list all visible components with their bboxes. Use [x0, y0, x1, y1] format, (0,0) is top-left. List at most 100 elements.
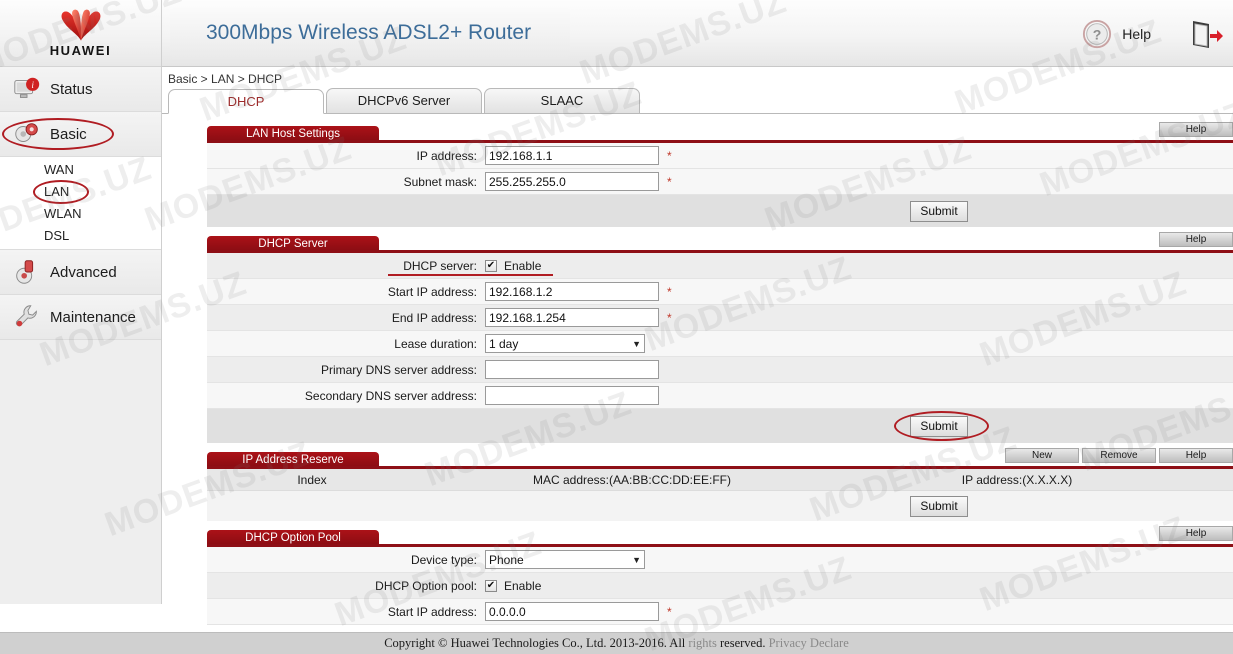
field-row-device-type: Device type: Phone ▼	[207, 547, 1233, 573]
field-label: Secondary DNS server address:	[304, 388, 477, 403]
field-row-secondary-dns: Secondary DNS server address:	[207, 383, 1233, 409]
sidebar-item-dsl[interactable]: DSL	[0, 225, 161, 247]
field-label: Start IP address:	[387, 604, 477, 619]
column-index: Index	[297, 472, 327, 487]
enable-label: Enable	[504, 258, 542, 273]
ip-reserve-submit-button[interactable]: Submit	[910, 495, 968, 517]
field-row-lease-duration: Lease duration: 1 day ▼	[207, 331, 1233, 357]
field-label: Lease duration:	[394, 336, 477, 351]
sidebar-item-label: WAN	[44, 162, 74, 177]
sidebar-item-label: Status	[50, 80, 93, 98]
sidebar-item-basic[interactable]: Basic	[0, 112, 161, 157]
tab-dhcp[interactable]: DHCP	[168, 89, 324, 114]
annotation-underline-dhcp-enable	[388, 273, 553, 276]
tab-label: DHCP	[227, 94, 265, 109]
start-ip-input[interactable]	[485, 282, 659, 301]
panel-dhcp-server: DHCP Server Help DHCP server: ✔ Enable S…	[207, 232, 1233, 443]
panel-header-buttons: Help	[1159, 122, 1233, 137]
brand-logo: HUAWEI	[0, 0, 161, 67]
required-marker: *	[667, 310, 672, 325]
help-button[interactable]: Help	[1159, 232, 1233, 247]
logout-door-icon[interactable]	[1189, 18, 1223, 50]
panel-dhcp-option-pool: DHCP Option Pool Help Device type: Phone…	[207, 526, 1233, 625]
chevron-down-icon: ▼	[632, 338, 641, 349]
help-button[interactable]: Help	[1159, 526, 1233, 541]
tab-label: DHCPv6 Server	[357, 93, 451, 108]
option-pool-enable-checkbox[interactable]: ✔	[485, 579, 497, 592]
breadcrumb: Basic > LAN > DHCP	[168, 72, 283, 86]
panel-lan-host-settings: LAN Host Settings Help IP address: *	[207, 122, 1233, 227]
panel-rows: Device type: Phone ▼ DHCP Option pool: ✔	[207, 547, 1233, 625]
content-panels: LAN Host Settings Help IP address: *	[162, 114, 1233, 625]
sidebar-item-maintenance[interactable]: Maintenance	[0, 295, 161, 340]
enable-label: Enable	[504, 578, 542, 593]
gears-icon	[15, 123, 38, 142]
help-button[interactable]: Help	[1159, 448, 1233, 463]
lease-duration-select[interactable]: 1 day ▼	[485, 334, 645, 353]
sidebar-subitems: WAN LAN WLAN DSL	[0, 157, 161, 250]
sidebar-item-advanced[interactable]: Advanced	[0, 250, 161, 295]
copyright-main: Copyright © Huawei Technologies Co., Ltd…	[384, 636, 689, 650]
panel-rows: IP address: * Subnet mask: *	[207, 143, 1233, 227]
required-marker: *	[667, 174, 672, 189]
column-mac-address: MAC address:(AA:BB:CC:DD:EE:FF)	[532, 472, 732, 487]
end-ip-input[interactable]	[485, 308, 659, 327]
huawei-flower-icon	[61, 9, 100, 41]
panel-title: DHCP Server	[207, 236, 379, 250]
sidebar-item-lan[interactable]: LAN	[0, 180, 161, 204]
required-marker: *	[667, 148, 672, 163]
lan-host-submit-button[interactable]: Submit	[910, 200, 968, 222]
ip-address-input[interactable]	[485, 146, 659, 165]
panel-header: DHCP Option Pool Help	[207, 526, 1233, 547]
field-row-start-ip: Start IP address: *	[207, 279, 1233, 305]
sidebar-item-status[interactable]: i Status	[0, 67, 161, 112]
sidebar-item-label: LAN	[44, 184, 70, 199]
remove-button[interactable]: Remove	[1082, 448, 1156, 463]
field-label: Subnet mask:	[403, 174, 477, 189]
panel-header-buttons: Help	[1159, 232, 1233, 247]
sidebar-item-label: Maintenance	[50, 308, 136, 326]
page-title: 300Mbps Wireless ADSL2+ Router	[206, 21, 532, 44]
panel-rows: DHCP server: ✔ Enable Start IP address: …	[207, 253, 1233, 443]
new-button[interactable]: New	[1005, 448, 1079, 463]
sidebar-item-label: DSL	[44, 228, 70, 243]
question-circle-icon[interactable]: ?	[1082, 19, 1112, 49]
dhcp-server-submit-row: Submit	[207, 409, 1233, 443]
device-type-select[interactable]: Phone ▼	[485, 550, 645, 569]
wrench-gear-icon	[16, 260, 34, 284]
svg-text:i: i	[31, 81, 34, 91]
field-label: IP address:	[416, 148, 477, 163]
main-area: 300Mbps Wireless ADSL2+ Router ? Help Ba…	[162, 0, 1233, 654]
page-title-plate: 300Mbps Wireless ADSL2+ Router	[170, 7, 570, 59]
dhcp-server-submit-button[interactable]: Submit	[910, 415, 968, 437]
primary-dns-input[interactable]	[485, 360, 659, 379]
subnet-mask-input[interactable]	[485, 172, 659, 191]
panel-title: LAN Host Settings	[207, 126, 379, 140]
required-marker: *	[667, 604, 672, 619]
device-type-value: Phone	[489, 552, 524, 567]
help-button[interactable]: Help	[1159, 122, 1233, 137]
panel-header: IP Address Reserve New Remove Help	[207, 448, 1233, 469]
svg-text:?: ?	[1093, 26, 1102, 42]
help-label[interactable]: Help	[1122, 26, 1151, 42]
tab-dhcpv6-server[interactable]: DHCPv6 Server	[326, 88, 482, 113]
router-admin-page: HUAWEI i Status Basic WAN LAN WLAN DSL A…	[0, 0, 1233, 654]
option-pool-start-ip-input[interactable]	[485, 602, 659, 621]
panel-title: IP Address Reserve	[207, 452, 379, 466]
copyright-rights: rights	[688, 636, 717, 650]
field-label: DHCP Option pool:	[375, 578, 477, 593]
sidebar-item-wan[interactable]: WAN	[0, 159, 161, 181]
dhcp-server-enable-checkbox[interactable]: ✔	[485, 259, 497, 272]
monitor-info-icon: i	[14, 77, 40, 98]
lease-duration-value: 1 day	[489, 336, 519, 351]
copyright-main2: reserved.	[716, 636, 769, 650]
sidebar-item-label: WLAN	[44, 206, 82, 221]
secondary-dns-input[interactable]	[485, 386, 659, 405]
tab-slaac[interactable]: SLAAC	[484, 88, 640, 113]
sidebar-item-wlan[interactable]: WLAN	[0, 203, 161, 225]
privacy-declare-link[interactable]: Privacy Declare	[769, 636, 849, 650]
ip-reserve-submit-row: Submit	[207, 491, 1233, 521]
sidebar-item-label: Advanced	[50, 263, 117, 281]
panel-ip-address-reserve: IP Address Reserve New Remove Help Index…	[207, 448, 1233, 521]
field-row-option-pool-start-ip: Start IP address: *	[207, 599, 1233, 625]
